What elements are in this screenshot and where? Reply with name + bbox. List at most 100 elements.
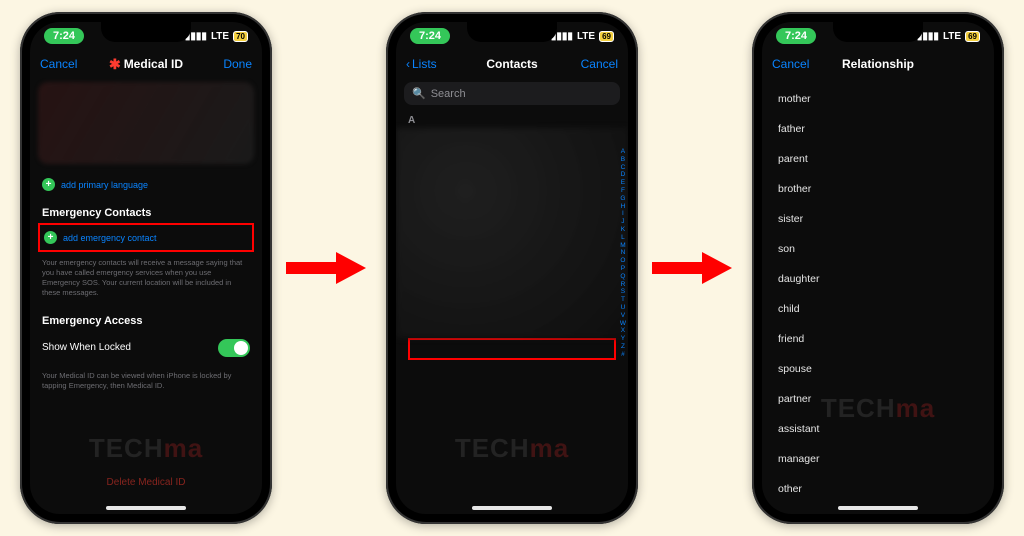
index-letter[interactable]: S	[620, 288, 626, 296]
index-letter[interactable]: #	[620, 351, 626, 359]
back-label: Lists	[412, 57, 437, 71]
index-letter[interactable]: G	[620, 195, 626, 203]
index-letter[interactable]: O	[620, 257, 626, 265]
nav-bar: ‹Lists Contacts Cancel	[396, 50, 628, 78]
index-letter[interactable]: C	[620, 164, 626, 172]
index-letter[interactable]: N	[620, 249, 626, 257]
relationship-option[interactable]: parent	[762, 144, 994, 174]
index-letter[interactable]: J	[620, 218, 626, 226]
screen: 7:24 ▮▮▮▮ LTE 69 ‹Lists Contacts Cancel …	[396, 22, 628, 514]
nav-bar: Cancel ✱ Medical ID Done	[30, 50, 262, 78]
index-letter[interactable]: I	[620, 210, 626, 218]
notch	[101, 22, 191, 42]
index-letter[interactable]: V	[620, 312, 626, 320]
index-letter[interactable]: L	[620, 234, 626, 242]
search-icon: 🔍	[412, 87, 426, 100]
relationship-option[interactable]: daughter	[762, 264, 994, 294]
section-emergency-access: Emergency Access	[30, 305, 262, 331]
relationship-option[interactable]: other	[762, 474, 994, 504]
index-letter[interactable]: E	[620, 179, 626, 187]
add-language-label: add primary language	[61, 180, 148, 190]
cancel-button[interactable]: Cancel	[772, 57, 822, 71]
time-pill[interactable]: 7:24	[776, 28, 816, 44]
index-letter[interactable]: U	[620, 304, 626, 312]
relationship-option[interactable]: spouse	[762, 354, 994, 384]
network-label: LTE	[943, 31, 961, 42]
add-emergency-contact-row[interactable]: + add emergency contact	[44, 229, 248, 246]
content: + add primary language Emergency Contact…	[30, 78, 262, 514]
done-button[interactable]: Done	[202, 57, 252, 71]
status-right: ▮▮▮▮ LTE 69	[551, 31, 614, 42]
add-primary-language-row[interactable]: + add primary language	[30, 172, 262, 197]
relationship-option[interactable]: mother	[762, 84, 994, 114]
relationship-option[interactable]: father	[762, 114, 994, 144]
watermark: TECHma	[30, 433, 262, 464]
show-when-locked-row[interactable]: Show When Locked	[30, 331, 262, 365]
index-letter[interactable]: K	[620, 226, 626, 234]
highlight-selected-contact[interactable]	[408, 338, 616, 360]
time-pill[interactable]: 7:24	[410, 28, 450, 44]
arrow-step-2	[652, 248, 732, 288]
index-letter[interactable]: P	[620, 265, 626, 273]
back-button[interactable]: ‹Lists	[406, 57, 456, 71]
index-letter[interactable]: Z	[620, 343, 626, 351]
index-letter[interactable]: D	[620, 171, 626, 179]
chevron-left-icon: ‹	[406, 57, 410, 71]
index-letter[interactable]: A	[620, 148, 626, 156]
index-letter[interactable]: F	[620, 187, 626, 195]
index-letter[interactable]: X	[620, 327, 626, 335]
index-letter[interactable]: Q	[620, 273, 626, 281]
index-letter[interactable]: B	[620, 156, 626, 164]
relationship-option[interactable]: manager	[762, 444, 994, 474]
search-placeholder: Search	[431, 88, 466, 100]
section-letter-a: A	[396, 109, 628, 128]
screen: 7:24 ▮▮▮▮ LTE 70 Cancel ✱ Medical ID Don…	[30, 22, 262, 514]
ec-note: Your emergency contacts will receive a m…	[30, 252, 262, 305]
index-letter[interactable]: Y	[620, 335, 626, 343]
index-letter[interactable]: R	[620, 281, 626, 289]
relationship-option[interactable]: assistant	[762, 414, 994, 444]
battery-icon: 69	[965, 31, 980, 42]
index-letter[interactable]: H	[620, 203, 626, 211]
relationship-option[interactable]: son	[762, 234, 994, 264]
home-indicator[interactable]	[472, 506, 552, 510]
relationship-option[interactable]: friend	[762, 324, 994, 354]
cancel-button[interactable]: Cancel	[40, 57, 90, 71]
index-letter[interactable]: M	[620, 242, 626, 250]
page-title: Relationship	[842, 57, 914, 71]
home-indicator[interactable]	[106, 506, 186, 510]
page-title: Contacts	[486, 57, 537, 71]
show-locked-toggle[interactable]	[218, 339, 250, 357]
locked-note: Your Medical ID can be viewed when iPhon…	[30, 365, 262, 397]
nav-bar: Cancel Relationship	[762, 50, 994, 78]
relationship-option[interactable]: child	[762, 294, 994, 324]
phone-contacts: 7:24 ▮▮▮▮ LTE 69 ‹Lists Contacts Cancel …	[386, 12, 638, 524]
home-indicator[interactable]	[838, 506, 918, 510]
profile-card-blurred	[38, 82, 254, 164]
notch	[467, 22, 557, 42]
section-emergency-contacts: Emergency Contacts	[30, 197, 262, 223]
index-letter[interactable]: T	[620, 296, 626, 304]
title-text: Medical ID	[124, 57, 183, 71]
page-title: ✱ Medical ID	[109, 57, 183, 71]
relationship-option[interactable]: partner	[762, 384, 994, 414]
add-ec-label: add emergency contact	[63, 233, 157, 243]
contacts-list-blurred	[396, 128, 628, 338]
add-icon: +	[44, 231, 57, 244]
show-locked-label: Show When Locked	[42, 342, 131, 353]
cancel-button[interactable]: Cancel	[568, 57, 618, 71]
status-right: ▮▮▮▮ LTE 69	[917, 31, 980, 42]
index-letter[interactable]: W	[620, 320, 626, 328]
delete-medical-id-button[interactable]: Delete Medical ID	[30, 477, 262, 488]
alpha-index[interactable]: ABCDEFGHIJKLMNOPQRSTUVWXYZ#	[620, 148, 626, 359]
relationship-option[interactable]: sister	[762, 204, 994, 234]
search-input[interactable]: 🔍 Search	[404, 82, 620, 105]
content: motherfatherparentbrothersistersondaught…	[762, 78, 994, 514]
relationship-option[interactable]: brother	[762, 174, 994, 204]
network-label: LTE	[211, 31, 229, 42]
battery-icon: 69	[599, 31, 614, 42]
arrow-step-1	[286, 248, 366, 288]
time-pill[interactable]: 7:24	[44, 28, 84, 44]
relationship-list: motherfatherparentbrothersistersondaught…	[762, 78, 994, 514]
content: 🔍 Search A ABCDEFGHIJKLMNOPQRSTUVWXYZ# T…	[396, 78, 628, 514]
